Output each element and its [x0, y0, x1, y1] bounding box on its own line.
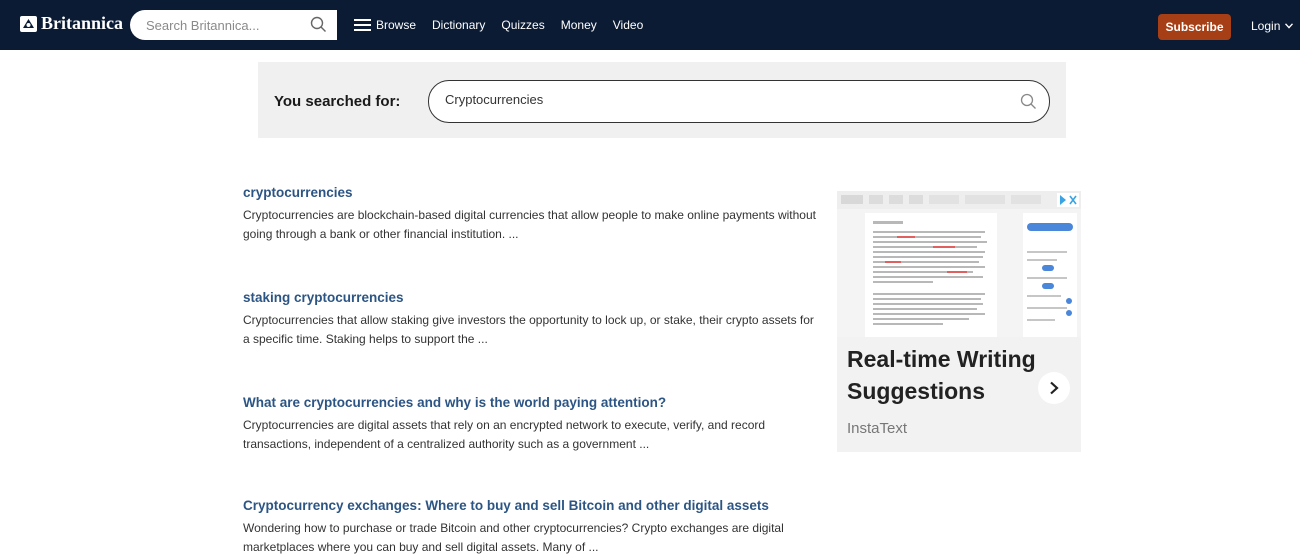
search-icon[interactable] — [310, 16, 327, 33]
nav-browse-label: Browse — [376, 18, 417, 32]
nav-quizzes[interactable]: Quizzes — [501, 18, 544, 32]
advertisement[interactable]: Real-time Writing Suggestions InstaText — [837, 191, 1081, 452]
result-snippet: Cryptocurrencies are digital assets that… — [243, 418, 766, 451]
result-title-link[interactable]: staking cryptocurrencies — [243, 290, 823, 305]
ad-choices-icon[interactable] — [1057, 193, 1079, 207]
result-snippet: Wondering how to purchase or trade Bitco… — [243, 521, 784, 554]
result-title-link[interactable]: Cryptocurrency exchanges: Where to buy a… — [243, 498, 823, 513]
ad-product-screenshot — [837, 191, 1081, 337]
top-nav-bar: Britannica Browse Dictionary Quizzes Mon… — [0, 0, 1300, 50]
chevron-right-icon — [1050, 381, 1059, 395]
search-result: Cryptocurrency exchanges: Where to buy a… — [243, 498, 823, 557]
header-search-input[interactable] — [146, 17, 311, 33]
britannica-logo[interactable]: Britannica — [20, 13, 123, 34]
nav-browse[interactable]: Browse — [354, 18, 416, 32]
result-snippet: Cryptocurrencies that allow staking give… — [243, 313, 814, 346]
main-nav: Browse Dictionary Quizzes Money Video — [354, 0, 659, 50]
ad-headline: Real-time Writing Suggestions — [847, 346, 1036, 404]
result-title-link[interactable]: cryptocurrencies — [243, 185, 823, 200]
logo-text: Britannica — [41, 13, 124, 33]
search-summary-panel: You searched for: — [258, 62, 1066, 138]
nav-money[interactable]: Money — [561, 18, 597, 32]
thistle-logo-icon — [20, 15, 37, 32]
ad-brand: InstaText — [847, 420, 908, 437]
results-search-box — [428, 80, 1050, 123]
ad-screenshot-graphic — [837, 191, 1081, 337]
login-label: Login — [1251, 19, 1281, 33]
nav-dictionary[interactable]: Dictionary — [432, 18, 485, 32]
search-result: What are cryptocurrencies and why is the… — [243, 395, 823, 454]
nav-video[interactable]: Video — [613, 18, 643, 32]
result-title-link[interactable]: What are cryptocurrencies and why is the… — [243, 395, 823, 410]
header-search — [130, 10, 337, 40]
ad-next-button[interactable] — [1038, 372, 1070, 404]
hamburger-menu-icon — [354, 19, 371, 31]
search-result: cryptocurrencies Cryptocurrencies are bl… — [243, 185, 823, 244]
login-menu[interactable]: Login — [1251, 19, 1294, 33]
search-icon[interactable] — [1020, 93, 1037, 110]
result-snippet: Cryptocurrencies are blockchain-based di… — [243, 208, 816, 241]
searched-for-label: You searched for: — [274, 93, 401, 110]
subscribe-button[interactable]: Subscribe — [1158, 14, 1231, 40]
chevron-down-icon — [1285, 23, 1294, 29]
search-result: staking cryptocurrencies Cryptocurrencie… — [243, 290, 823, 349]
results-search-input[interactable] — [445, 92, 1005, 107]
